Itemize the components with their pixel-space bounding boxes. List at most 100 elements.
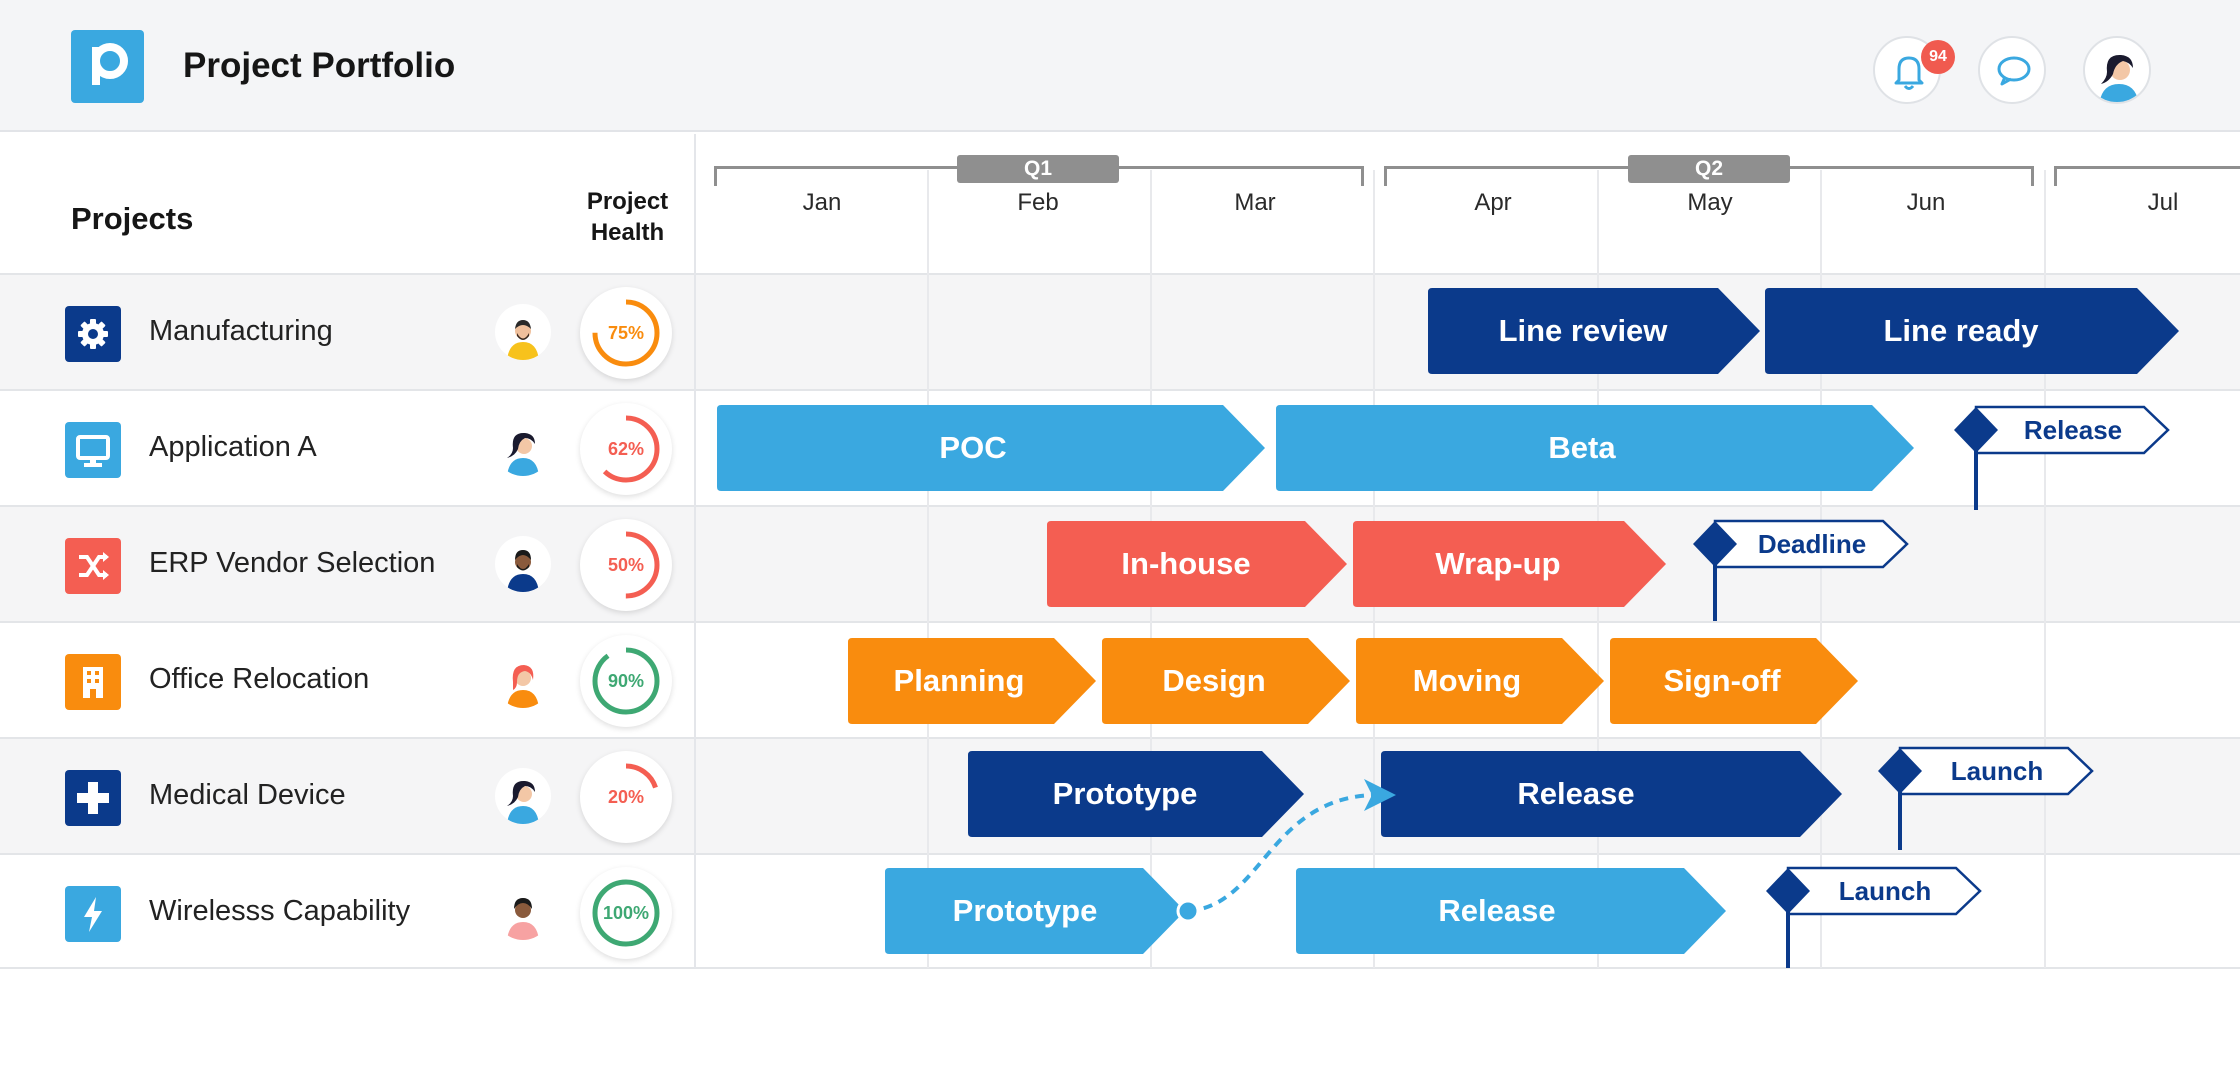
person-avatar-icon — [507, 550, 539, 592]
task-label: Planning — [893, 663, 1025, 698]
person-avatar-icon — [507, 898, 539, 940]
chat-bubble-icon — [1997, 56, 2031, 86]
shuffle-icon — [79, 552, 109, 580]
project-name[interactable]: Application A — [149, 431, 317, 464]
task-label: Wrap-up — [1435, 546, 1561, 581]
app-logo[interactable] — [71, 30, 144, 103]
person-avatar-icon — [507, 432, 539, 476]
owner-avatar[interactable] — [495, 884, 551, 940]
owner-avatar[interactable] — [495, 768, 551, 824]
task-label: Release — [1438, 893, 1556, 928]
task-bar[interactable]: Release — [1296, 868, 1726, 954]
task-label: Moving — [1412, 663, 1522, 698]
project-name[interactable]: Office Relocation — [149, 663, 369, 696]
notification-count-badge: 94 — [1921, 40, 1955, 74]
task-bar[interactable]: Line review — [1428, 288, 1760, 374]
user-avatar-icon — [2099, 54, 2139, 102]
task-bar[interactable]: Planning — [848, 638, 1096, 724]
task-bar[interactable]: Line ready — [1765, 288, 2179, 374]
milestone-label: Launch — [1838, 876, 1932, 906]
task-label: Prototype — [952, 893, 1098, 928]
app-title: Project Portfolio — [183, 46, 456, 85]
health-gauge: 62% — [580, 403, 672, 495]
health-value: 20% — [607, 787, 645, 807]
health-value: 62% — [607, 439, 645, 459]
person-avatar-icon — [507, 665, 539, 708]
task-bar[interactable]: In-house — [1047, 521, 1347, 607]
milestone-flag[interactable]: Launch — [1766, 866, 1982, 968]
building-icon — [83, 667, 103, 698]
project-health-column-title: Project Health — [570, 186, 685, 248]
q1-label: Q1 — [957, 155, 1119, 183]
owner-avatar[interactable] — [495, 536, 551, 592]
project-icon — [65, 770, 121, 826]
messages-button[interactable] — [1978, 36, 2046, 104]
project-icon — [65, 886, 121, 942]
task-bar[interactable]: Beta — [1276, 405, 1914, 491]
q2-label: Q2 — [1628, 155, 1790, 183]
health-title-line1: Project — [586, 188, 669, 215]
health-value: 75% — [607, 323, 645, 343]
task-bar[interactable]: Sign-off — [1610, 638, 1858, 724]
p-logo-icon — [92, 43, 128, 85]
health-gauge: 50% — [580, 519, 672, 611]
month-jul: Jul — [2147, 189, 2179, 216]
owner-avatar[interactable] — [495, 304, 551, 360]
milestone-label: Release — [2023, 415, 2123, 445]
q3-bracket — [2054, 166, 2240, 186]
project-name[interactable]: Wirelesss Capability — [149, 895, 410, 928]
lightning-icon — [84, 897, 102, 932]
task-label: Beta — [1548, 430, 1616, 465]
project-icon — [65, 654, 121, 710]
health-gauge: 90% — [580, 635, 672, 727]
month-mar: Mar — [1234, 189, 1276, 216]
task-bar[interactable]: POC — [717, 405, 1265, 491]
user-avatar[interactable] — [2083, 36, 2151, 104]
person-avatar-icon — [507, 780, 539, 824]
owner-avatar[interactable] — [495, 420, 551, 476]
month-jun: Jun — [1906, 189, 1946, 216]
month-feb: Feb — [1017, 189, 1059, 216]
health-title-line2: Health — [590, 219, 665, 246]
task-bar[interactable]: Wrap-up — [1353, 521, 1666, 607]
health-value: 50% — [607, 555, 645, 575]
project-icon — [65, 538, 121, 594]
task-label: Sign-off — [1663, 663, 1781, 698]
projects-column-title: Projects — [71, 201, 194, 236]
project-name[interactable]: ERP Vendor Selection — [149, 547, 435, 580]
task-label: Release — [1517, 776, 1635, 811]
project-name[interactable]: Manufacturing — [149, 315, 333, 348]
task-label: In-house — [1121, 546, 1251, 581]
task-bar[interactable]: Prototype — [968, 751, 1304, 837]
task-bar[interactable]: Release — [1381, 751, 1842, 837]
gridline — [927, 170, 929, 968]
month-may: May — [1687, 189, 1733, 216]
month-apr: Apr — [1474, 189, 1512, 216]
person-avatar-icon — [507, 320, 539, 360]
task-label: Line ready — [1883, 313, 2039, 348]
task-label: Design — [1162, 663, 1266, 698]
milestone-flag[interactable]: Deadline — [1693, 519, 1909, 621]
task-label: POC — [939, 430, 1007, 465]
column-separator — [694, 134, 696, 968]
gear-icon — [78, 319, 108, 349]
project-icon — [65, 306, 121, 362]
medical-cross-icon — [77, 782, 109, 814]
project-icon — [65, 422, 121, 478]
milestone-flag[interactable]: Launch — [1878, 746, 2094, 850]
task-bar[interactable]: Design — [1102, 638, 1350, 724]
month-jan: Jan — [802, 189, 842, 216]
task-label: Prototype — [1052, 776, 1198, 811]
project-name[interactable]: Medical Device — [149, 779, 346, 812]
milestone-label: Launch — [1950, 756, 2044, 786]
health-gauge: 20% — [580, 751, 672, 843]
task-bar[interactable]: Moving — [1356, 638, 1604, 724]
health-value: 90% — [607, 671, 645, 691]
owner-avatar[interactable] — [495, 652, 551, 708]
task-bar[interactable]: Prototype — [885, 868, 1185, 954]
milestone-flag[interactable]: Release — [1954, 405, 2170, 510]
health-value: 100% — [602, 903, 650, 923]
health-gauge: 100% — [580, 867, 672, 959]
milestone-label: Deadline — [1757, 529, 1867, 559]
monitor-icon — [76, 435, 110, 467]
